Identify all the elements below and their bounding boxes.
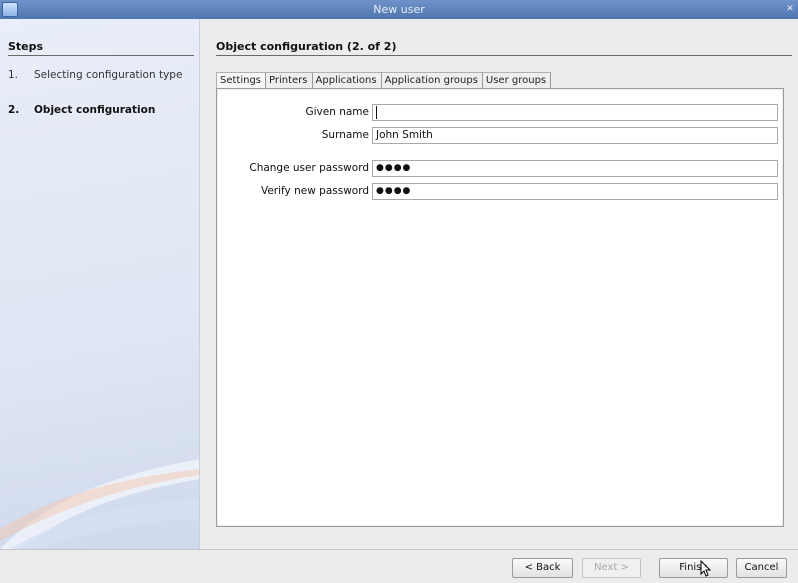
tab-printers[interactable]: Printers: [266, 72, 313, 88]
window-title: New user: [373, 3, 425, 16]
app-icon: [2, 2, 18, 17]
verify-password-label: Verify new password: [260, 185, 369, 197]
back-button[interactable]: < Back: [512, 558, 573, 578]
content-area: Object configuration (2. of 2) Settings …: [208, 19, 798, 549]
tab-user-groups[interactable]: User groups: [482, 72, 552, 88]
steps-pane: Steps 1. Selecting configuration type 2.…: [0, 19, 200, 549]
page-title: Object configuration (2. of 2): [216, 40, 397, 53]
change-password-input[interactable]: ●●●●: [372, 160, 778, 177]
cancel-button[interactable]: Cancel: [736, 558, 787, 578]
given-name-row: Given name: [217, 104, 785, 121]
verify-password-input[interactable]: ●●●●: [372, 183, 778, 200]
given-name-input[interactable]: [372, 104, 778, 121]
step-label: Object configuration: [34, 104, 156, 116]
tab-settings[interactable]: Settings: [216, 72, 267, 88]
next-button[interactable]: Next >: [582, 558, 641, 578]
tab-applications[interactable]: Applications: [312, 72, 382, 88]
tab-bar: Settings Printers Applications Applicati…: [216, 72, 552, 88]
button-bar: < Back Next > Finish Cancel: [0, 549, 798, 583]
title-bar[interactable]: New user ✕: [0, 0, 798, 19]
step-label: Selecting configuration type: [34, 69, 183, 81]
verify-password-row: Verify new password ●●●●: [217, 183, 785, 200]
decorative-swoosh: [0, 459, 199, 549]
step-number: 2.: [8, 104, 20, 116]
steps-title: Steps: [8, 40, 44, 53]
wizard-window: New user ✕ Steps 1. Selecting configurat…: [0, 0, 798, 583]
mouse-pointer-icon: [700, 560, 712, 577]
tab-application-groups[interactable]: Application groups: [381, 72, 483, 88]
surname-input[interactable]: John Smith: [372, 127, 778, 144]
finish-button[interactable]: Finish: [659, 558, 728, 578]
steps-divider: [8, 55, 194, 56]
close-icon[interactable]: ✕: [785, 3, 795, 15]
change-password-row: Change user password ●●●●: [217, 160, 785, 177]
surname-row: Surname John Smith: [217, 127, 785, 144]
page-title-divider: [216, 55, 792, 56]
change-password-label: Change user password: [249, 162, 369, 174]
text-caret: [376, 105, 377, 119]
settings-panel: Given name Surname John Smith Change use…: [216, 88, 784, 527]
given-name-label: Given name: [305, 106, 370, 118]
step-number: 1.: [8, 69, 19, 81]
surname-label: Surname: [321, 129, 369, 141]
